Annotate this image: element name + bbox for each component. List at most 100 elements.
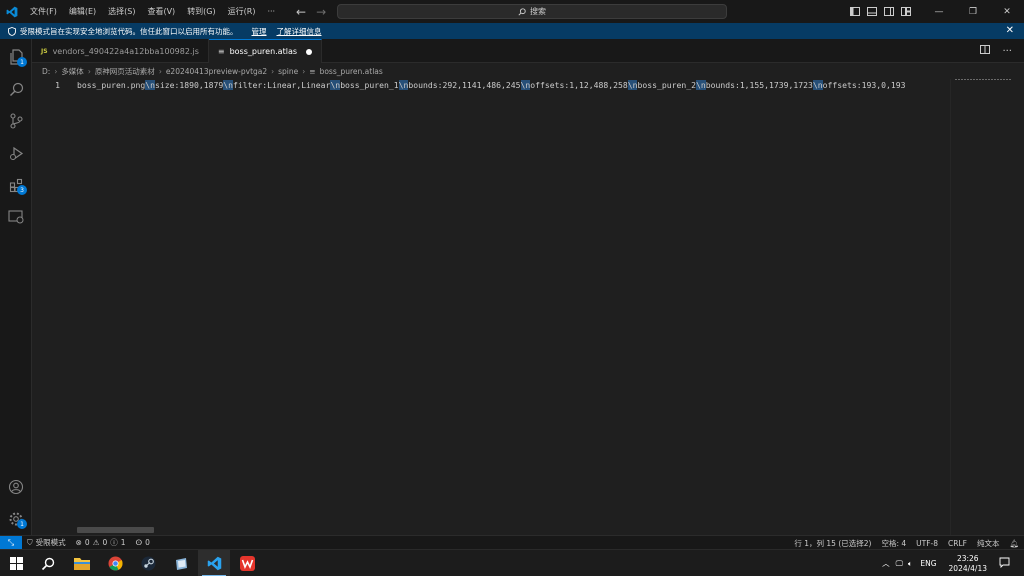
ports-status[interactable]: ⵙ 0 (131, 538, 155, 547)
input-language[interactable]: ENG (920, 559, 936, 568)
escape-sequence-highlight: \n (330, 80, 341, 90)
code-token: filter:Linear,Linear (232, 80, 331, 90)
minimize-button[interactable]: — (922, 0, 956, 23)
run-debug-icon[interactable] (0, 137, 32, 169)
remote-indicator-icon[interactable]: ⤡ (0, 535, 22, 550)
menu-run[interactable]: 运行(R) (222, 0, 262, 23)
file-lines-icon: ≡ (309, 67, 316, 76)
menu-more[interactable]: ··· (261, 0, 281, 23)
horizontal-scrollbar-thumb[interactable] (77, 527, 154, 533)
chrome-icon[interactable] (99, 550, 131, 576)
tab-vendors-js[interactable]: JS vendors_490422a4a12bba100982.js (32, 39, 209, 63)
menu-selection[interactable]: 选择(S) (102, 0, 141, 23)
eol-status[interactable]: CRLF (943, 539, 972, 548)
menu-edit[interactable]: 编辑(E) (63, 0, 102, 23)
code-token: boss_puren.png (77, 80, 146, 90)
ports-count: 0 (145, 538, 150, 547)
extensions-badge: 3 (17, 185, 27, 195)
breadcrumb-item[interactable]: boss_puren.atlas (320, 67, 383, 76)
minimap[interactable] (950, 79, 1014, 535)
menu-go[interactable]: 转到(G) (181, 0, 221, 23)
search-icon (518, 7, 526, 16)
file-explorer-icon[interactable] (66, 550, 98, 576)
search-icon[interactable] (0, 73, 32, 105)
settings-badge: 1 (17, 519, 27, 529)
text-file-icon: ≡ (217, 47, 225, 56)
code-token: offsets:1,12,488,258 (530, 80, 628, 90)
toggle-panel-icon[interactable] (863, 0, 880, 23)
indentation-status[interactable]: 空格: 4 (876, 538, 911, 549)
close-window-button[interactable]: ✕ (990, 0, 1024, 23)
vscode-taskbar-icon[interactable] (198, 550, 230, 576)
banner-manage-link[interactable]: 管理 (252, 26, 267, 37)
windows-start-icon[interactable] (0, 550, 32, 576)
toggle-primary-sidebar-icon[interactable] (846, 0, 863, 23)
notification-center-icon[interactable] (999, 557, 1010, 570)
antenna-icon: ⵙ (135, 538, 143, 547)
windows-taskbar: ︿ 🖵︎ 🔈︎ ENG 23:26 2024/4/13 (0, 549, 1024, 576)
breadcrumb-item[interactable]: 原神网页活动素材 (95, 66, 155, 77)
chevron-right-icon: › (158, 67, 162, 76)
code-token: bounds:1,155,1739,1723 (705, 80, 813, 90)
minimap-line (955, 79, 1011, 80)
breadcrumb-item[interactable]: D: (42, 67, 50, 76)
taskbar-search-icon[interactable] (32, 550, 64, 576)
close-icon[interactable]: ✕ (1006, 25, 1014, 36)
tab-boss-puren-atlas[interactable]: ≡ boss_puren.atlas (208, 39, 323, 63)
chevron-right-icon: › (302, 67, 306, 76)
maximize-button[interactable]: ❐ (956, 0, 990, 23)
explorer-icon[interactable]: 1 (0, 41, 32, 73)
toggle-secondary-sidebar-icon[interactable] (880, 0, 897, 23)
volume-icon[interactable]: 🔈︎ (908, 559, 913, 569)
banner-learn-more-link[interactable]: 了解详细信息 (277, 26, 322, 37)
menu-view[interactable]: 查看(V) (141, 0, 181, 23)
back-arrow-icon[interactable]: ← (296, 5, 306, 19)
info-icon: ⓘ (110, 538, 118, 547)
app-icon[interactable] (165, 550, 197, 576)
restricted-mode-status[interactable]: ⛉ 受限模式 (22, 537, 71, 548)
javascript-file-icon: JS (41, 47, 48, 55)
extensions-icon[interactable]: 3 (0, 169, 32, 201)
shield-icon (8, 26, 16, 36)
cursor-position[interactable]: 行 1，列 15 (已选择2) (789, 538, 876, 549)
encoding-status[interactable]: UTF-8 (911, 539, 943, 548)
breadcrumb-item[interactable]: spine (278, 67, 298, 76)
customize-layout-icon[interactable] (897, 0, 914, 23)
system-tray: ︿ 🖵︎ 🔈︎ ENG 23:26 2024/4/13 (882, 550, 1024, 576)
command-center-search[interactable]: 搜索 (337, 4, 727, 19)
tab-label: vendors_490422a4a12bba100982.js (52, 46, 199, 56)
menu-file[interactable]: 文件(F) (24, 0, 63, 23)
accounts-icon[interactable] (0, 471, 32, 503)
chevron-right-icon: › (271, 67, 275, 76)
unsaved-indicator[interactable] (306, 48, 313, 55)
more-actions-icon[interactable]: ··· (1002, 46, 1012, 57)
activity-bar: 1 3 1 (0, 39, 32, 535)
menu-bar: 文件(F) 编辑(E) 选择(S) 查看(V) 转到(G) 运行(R) ··· (24, 0, 281, 23)
info-count: 1 (120, 538, 126, 547)
notifications-bell-icon[interactable]: 🔔︎ (1004, 539, 1024, 548)
split-editor-icon[interactable] (980, 45, 991, 57)
source-control-icon[interactable] (0, 105, 32, 137)
wps-office-icon[interactable] (231, 550, 263, 576)
line-content[interactable]: boss_puren.png\nsize:1890,1879\nfilter:L… (77, 79, 906, 91)
chevron-right-icon: › (87, 67, 91, 76)
language-mode[interactable]: 纯文本 (972, 538, 1005, 549)
settings-gear-icon[interactable]: 1 (0, 503, 32, 535)
steam-icon[interactable] (132, 550, 164, 576)
taskbar-clock[interactable]: 23:26 2024/4/13 (949, 554, 987, 574)
vscode-window: 文件(F) 编辑(E) 选择(S) 查看(V) 转到(G) 运行(R) ··· … (0, 0, 1024, 576)
escape-sequence-highlight: \n (812, 80, 823, 90)
problems-status[interactable]: ⊗ 0 ⚠ 0 ⓘ 1 (71, 537, 131, 548)
code-editor[interactable]: 1 boss_puren.png\nsize:1890,1879\nfilter… (32, 79, 950, 535)
remote-explorer-icon[interactable] (0, 201, 32, 233)
escape-sequence-highlight: \n (398, 80, 409, 90)
vertical-scrollbar[interactable] (1014, 79, 1024, 535)
breadcrumb-item[interactable]: 多媒体 (61, 66, 84, 77)
forward-arrow-icon[interactable]: → (316, 5, 326, 19)
shield-icon: ⛉ (27, 537, 33, 547)
escape-sequence-highlight: \n (223, 80, 233, 90)
show-hidden-icons-chevron-up-icon[interactable]: ︿ (882, 558, 890, 569)
network-icon[interactable]: 🖵︎ (896, 559, 903, 569)
breadcrumb-item[interactable]: e20240413preview-pvtga2 (166, 67, 267, 76)
restricted-mode-banner: 受限模式旨在实现安全地浏览代码。信任此窗口以启用所有功能。 管理 了解详细信息 … (0, 23, 1024, 39)
